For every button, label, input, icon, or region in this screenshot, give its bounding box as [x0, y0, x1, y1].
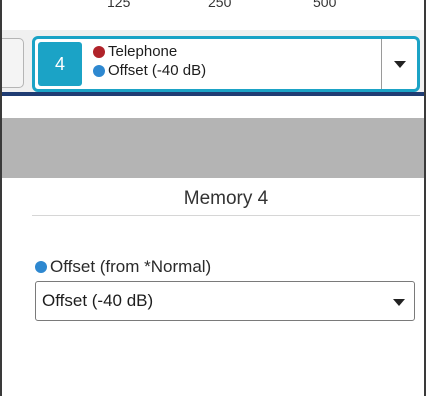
program-field-label: Offset (from *Normal) — [35, 256, 211, 278]
memory-program-list: Telephone Offset (-40 dB) — [93, 42, 377, 86]
program-select[interactable]: Offset (-40 dB) — [35, 281, 415, 321]
color-dot-icon — [93, 64, 105, 77]
memory-number-badge: 4 — [38, 42, 82, 86]
frequency-label: 250 — [208, 0, 232, 10]
memory-title: Memory 4 — [32, 186, 420, 216]
program-field-label-text: Offset (from *Normal) — [50, 257, 212, 276]
memory-editor-panel: 125 250 500 4 Telephone Offset (-40 dB) — [0, 0, 426, 396]
frequency-label: 125 — [107, 0, 131, 10]
memory-dropdown-button[interactable] — [381, 39, 417, 89]
previous-memory-tab[interactable] — [2, 38, 24, 88]
program-select-value: Offset (-40 dB) — [42, 291, 154, 310]
program-label: Telephone — [108, 43, 178, 60]
memory-program-line: Telephone — [93, 42, 377, 61]
color-dot-icon — [93, 45, 105, 58]
frequency-label: 500 — [313, 0, 337, 10]
chevron-down-icon — [393, 299, 405, 306]
chevron-down-icon — [393, 60, 406, 68]
frequency-scale: 125 250 500 — [2, 0, 424, 30]
memory-selector-bar: 4 Telephone Offset (-40 dB) — [2, 30, 424, 96]
color-dot-icon — [35, 261, 47, 273]
memory-selector[interactable]: 4 Telephone Offset (-40 dB) — [32, 36, 420, 92]
header-band — [2, 118, 424, 178]
program-label: Offset (-40 dB) — [108, 62, 207, 79]
memory-program-line: Offset (-40 dB) — [93, 61, 377, 80]
